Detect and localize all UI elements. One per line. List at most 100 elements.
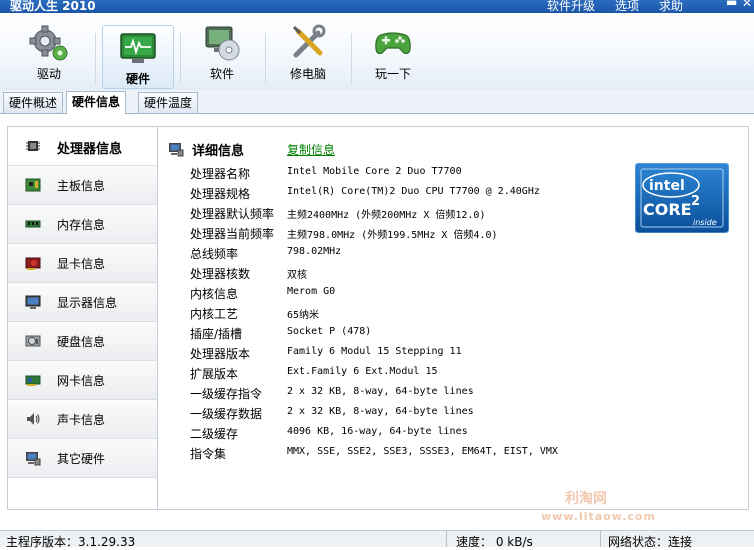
toolbar-label: 驱动 (36, 67, 61, 81)
info-label: 插座/插槽 (190, 327, 243, 341)
cpu-icon (26, 141, 40, 151)
tab-hardware-temperature[interactable]: 硬件温度 (138, 92, 199, 113)
tab-hardware-info[interactable]: 硬件信息 (66, 91, 127, 114)
toolbar-separator (351, 33, 352, 83)
harddisk-icon (25, 335, 41, 347)
memory-icon (25, 220, 41, 228)
sidebar-item-harddisk[interactable]: 硬盘信息 (8, 322, 157, 361)
computer-icon (26, 452, 41, 466)
sidebar-item-label: 内存信息 (57, 218, 106, 232)
toolbar-separator (95, 33, 96, 83)
toolbar-driver-button[interactable]: 驱动 (14, 21, 84, 89)
info-value: 主频2400MHz (外频200MHz X 倍频12.0) (287, 210, 486, 221)
sidebar-item-memory[interactable]: 内存信息 (8, 205, 157, 244)
info-label: 处理器规格 (190, 187, 251, 201)
info-label: 指令集 (190, 447, 227, 461)
toolbar-separator (265, 33, 266, 83)
computer-icon (169, 143, 184, 157)
status-divider (600, 531, 601, 547)
logo-tag: inside (693, 218, 717, 227)
info-value: Family 6 Modul 15 Stepping 11 (287, 346, 462, 357)
info-value: 双核 (287, 270, 307, 281)
network-status: 网络状态：连接 (608, 535, 693, 549)
window-title: 驱动人生 2010 (10, 0, 96, 13)
sidebar-item-label: 网卡信息 (57, 374, 106, 388)
sidebar-item-label: 显示器信息 (57, 296, 118, 310)
monitor-pulse-icon (120, 33, 156, 63)
speed-status: 速度： 0 kB/s (456, 535, 533, 549)
info-value: 2 x 32 KB, 8-way, 64-byte lines (287, 406, 474, 417)
toolbar-label: 硬件 (125, 72, 150, 86)
status-bar: 主程序版本：3.1.29.33 速度： 0 kB/s 网络状态：连接 (0, 530, 754, 549)
tools-icon (292, 24, 326, 58)
close-button[interactable]: ✕ (742, 0, 752, 10)
cd-icon (205, 26, 240, 61)
info-value: 65纳米 (287, 310, 320, 321)
info-value: Socket P (478) (287, 326, 372, 337)
info-value: 798.02MHz (287, 246, 342, 257)
logo-superscript: 2 (691, 194, 700, 209)
tab-bar: 硬件概述 硬件信息 硬件温度 (0, 90, 754, 114)
sidebar-item-label: 显卡信息 (57, 257, 106, 271)
toolbar-label: 玩一下 (374, 67, 411, 81)
info-label: 二级缓存 (190, 427, 239, 441)
toolbar-hardware-button[interactable]: 硬件 (102, 25, 174, 89)
menu-options[interactable]: 选项 (615, 0, 639, 13)
watermark-url: www.litaow.com (541, 510, 656, 523)
graphics-card-icon (25, 257, 41, 270)
logo-brand: intel (649, 178, 685, 194)
toolbar-play-button[interactable]: 玩一下 (358, 21, 428, 89)
tab-hardware-overview[interactable]: 硬件概述 (3, 92, 64, 113)
minimize-button[interactable]: ▬ (726, 0, 737, 9)
info-label: 内核信息 (190, 287, 239, 301)
sidebar-item-cpu[interactable]: 处理器信息 (8, 127, 157, 166)
toolbar-separator (180, 33, 181, 83)
info-value: 主频798.0MHz (外频199.5MHz X 倍频4.0) (287, 230, 498, 241)
info-value: Ext.Family 6 Ext.Modul 15 (287, 366, 438, 377)
sidebar-item-label: 其它硬件 (57, 452, 106, 466)
menu-software-upgrade[interactable]: 软件升级 (547, 0, 595, 13)
sidebar-item-label: 处理器信息 (57, 142, 123, 157)
sidebar-item-graphics[interactable]: 显卡信息 (8, 244, 157, 283)
toolbar-label: 修电脑 (289, 67, 326, 81)
info-label: 内核工艺 (190, 307, 239, 321)
speaker-icon (27, 413, 40, 425)
toolbar-software-button[interactable]: 软件 (187, 21, 257, 89)
info-label: 处理器核数 (190, 267, 251, 281)
info-label: 处理器版本 (190, 347, 251, 361)
sidebar-item-other[interactable]: 其它硬件 (8, 439, 157, 478)
info-value: Merom G0 (287, 286, 336, 297)
content-panel: 处理器信息 主板信息 内存信息 显卡信息 显示器信息 硬盘信息 网卡信息 声卡信… (7, 126, 749, 523)
info-value: Intel(R) Core(TM)2 Duo CPU T7700 @ 2.40G… (287, 186, 540, 197)
info-value: 2 x 32 KB, 8-way, 64-byte lines (287, 386, 474, 397)
logo-product: CORE (643, 200, 692, 219)
info-label: 一级缓存指令 (190, 387, 263, 401)
motherboard-icon (25, 178, 41, 192)
sidebar-item-motherboard[interactable]: 主板信息 (8, 166, 157, 205)
display-icon (25, 295, 41, 309)
info-label: 一级缓存数据 (190, 407, 263, 421)
title-bar: 驱动人生 2010 软件升级 选项 求助 ▬ ✕ (0, 0, 754, 13)
toolbar-label: 软件 (209, 67, 234, 81)
info-label: 处理器名称 (190, 167, 251, 181)
info-label: 处理器默认频率 (190, 207, 275, 221)
toolbar-repair-button[interactable]: 修电脑 (273, 21, 343, 89)
status-divider (446, 531, 447, 547)
sidebar-item-sound[interactable]: 声卡信息 (8, 400, 157, 439)
info-label: 处理器当前频率 (190, 227, 275, 241)
copy-info-link[interactable]: 复制信息 (287, 141, 335, 158)
gamepad-icon (375, 32, 411, 55)
info-value: MMX, SSE, SSE2, SSE3, SSSE3, EM64T, EIST… (287, 446, 558, 457)
network-card-icon (25, 375, 41, 386)
version-status: 主程序版本：3.1.29.33 (6, 535, 136, 549)
info-label: 总线频率 (190, 247, 239, 261)
detail-title: 详细信息 (192, 144, 245, 159)
intel-core2-logo: intel CORE 2 inside (635, 163, 729, 233)
info-value: Intel Mobile Core 2 Duo T7700 (287, 166, 462, 177)
menu-help[interactable]: 求助 (659, 0, 683, 13)
sidebar: 处理器信息 主板信息 内存信息 显卡信息 显示器信息 硬盘信息 网卡信息 声卡信… (8, 127, 158, 509)
sidebar-item-label: 硬盘信息 (57, 335, 106, 349)
sidebar-item-network[interactable]: 网卡信息 (8, 361, 157, 400)
sidebar-item-display[interactable]: 显示器信息 (8, 283, 157, 322)
info-label: 扩展版本 (190, 367, 239, 381)
